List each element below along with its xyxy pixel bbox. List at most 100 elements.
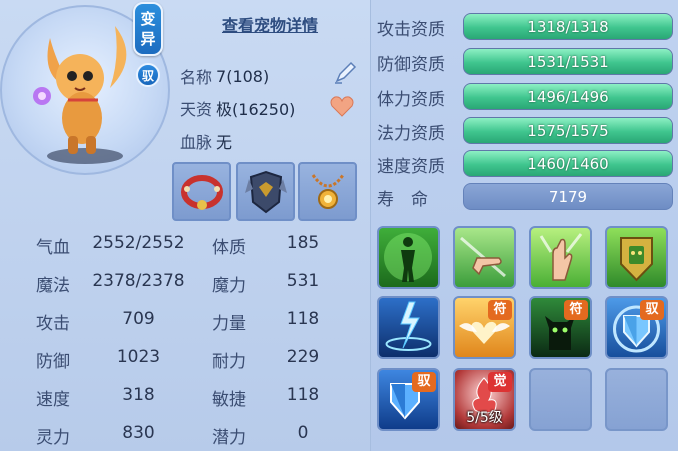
skill-slot-empty-1[interactable]: [529, 368, 592, 431]
stat-magic-power: 魔力 531: [212, 271, 352, 296]
skill-slot-7[interactable]: 符: [529, 296, 592, 359]
aptitude-label: 体力资质: [377, 90, 445, 110]
stat-value: 185: [286, 233, 320, 253]
collar-icon: [180, 174, 223, 210]
pet-name-label: 名称: [180, 68, 213, 87]
tame-badge: 驭: [136, 63, 160, 87]
stat-label: 灵力: [36, 428, 70, 448]
stat-constitution: 体质 185: [212, 233, 352, 258]
equip-slot-collar[interactable]: [172, 162, 231, 221]
stat-label: 攻击: [36, 314, 70, 334]
talent-label: 天资: [180, 100, 213, 119]
stat-value: 1023: [116, 347, 161, 367]
pet-name-row: 名称 7(108): [180, 64, 269, 88]
bloodline-row: 血脉 无: [180, 129, 232, 153]
aptitude-bar: 1531/1531: [463, 48, 673, 75]
stat-label: 耐力: [212, 352, 246, 372]
shield-face-skill-icon: [620, 237, 653, 282]
stat-strength: 力量 118: [212, 309, 352, 334]
stat-label: 力量: [212, 314, 246, 334]
stat-mp: 魔法 2378/2378: [36, 271, 196, 296]
stat-defense: 防御 1023: [36, 347, 196, 372]
bloodline-label: 血脉: [180, 133, 213, 152]
aptitude-label: 法力资质: [377, 124, 445, 144]
armor-icon: [244, 170, 287, 213]
aptitude-label: 攻击资质: [377, 20, 445, 40]
skill-slot-9[interactable]: 驭: [377, 368, 440, 431]
stat-value: 2552/2552: [92, 233, 185, 253]
edit-name-icon[interactable]: [332, 60, 358, 86]
stat-value: 2378/2378: [92, 271, 185, 291]
aptitude-bar: 1575/1575: [463, 117, 673, 144]
skill-level: 5/5级: [466, 410, 503, 426]
stat-value: 229: [286, 347, 320, 367]
stat-agility: 敏捷 118: [212, 385, 352, 410]
variant-badge-char-1: 变: [140, 10, 156, 28]
stat-label: 防御: [36, 352, 70, 372]
skill-slot-empty-2[interactable]: [605, 368, 668, 431]
aptitude-skill-panel: 攻击资质 1318/1318 防御资质 1531/1531 体力资质 1496/…: [370, 0, 678, 451]
stat-value: 0: [297, 423, 309, 443]
skill-slot-3[interactable]: [529, 226, 592, 289]
stat-label: 体质: [212, 238, 246, 258]
rune-tag: 符: [488, 300, 512, 320]
equip-slot-armor[interactable]: [236, 162, 295, 221]
skill-slot-2[interactable]: [453, 226, 516, 289]
lifespan-label: 寿 命: [377, 190, 428, 210]
aptitude-value: 1460/1460: [527, 155, 609, 173]
aptitude-row-stamina: 体力资质 1496/1496: [377, 83, 675, 111]
aptitude-row-attack: 攻击资质 1318/1318: [377, 13, 675, 41]
awaken-tag: 觉: [488, 372, 512, 392]
stat-label: 气血: [36, 238, 70, 258]
pet-detail-window: 变 异 驭 查看宠物详情 名称 7(108) 天资 极(16250) 血脉 无: [0, 0, 678, 451]
aptitude-value: 1318/1318: [527, 18, 609, 36]
stat-label: 速度: [36, 390, 70, 410]
aptitude-value: 1531/1531: [527, 53, 609, 71]
skill-slot-8[interactable]: 驭: [605, 296, 668, 359]
stat-value: 318: [122, 385, 155, 405]
skill-slot-4[interactable]: [605, 226, 668, 289]
pet-info-panel: 变 异 驭 查看宠物详情 名称 7(108) 天资 极(16250) 血脉 无: [0, 0, 370, 451]
stat-value: 118: [286, 385, 320, 405]
skill-slot-5[interactable]: [377, 296, 440, 359]
man-silhouette-skill-icon: [384, 233, 432, 282]
variant-badge: 变 异: [133, 2, 163, 56]
pet-portrait-icon[interactable]: [20, 18, 150, 168]
lifespan-row: 寿 命 7179: [377, 183, 675, 211]
pet-name-value: 7(108): [216, 66, 270, 86]
stat-speed: 速度 318: [36, 385, 196, 410]
talent-row: 天资 极(16250): [180, 96, 295, 120]
stat-value: 531: [286, 271, 320, 291]
aptitude-label: 防御资质: [377, 55, 445, 75]
stat-value: 709: [122, 309, 155, 329]
stat-spirit: 灵力 830: [36, 423, 196, 448]
aptitude-bar: 1318/1318: [463, 13, 673, 40]
aptitude-bar: 1496/1496: [463, 83, 673, 110]
stat-potential: 潜力 0: [212, 423, 352, 448]
tame-tag: 驭: [640, 300, 664, 320]
variant-badge-char-2: 异: [140, 30, 156, 48]
stat-label: 魔法: [36, 276, 70, 296]
equip-slot-amulet[interactable]: [298, 162, 357, 221]
stat-label: 魔力: [212, 276, 246, 296]
tame-tag: 驭: [412, 372, 436, 392]
heart-icon[interactable]: [330, 95, 354, 117]
stat-endurance: 耐力 229: [212, 347, 352, 372]
aptitude-row-defense: 防御资质 1531/1531: [377, 48, 675, 76]
skill-slot-10[interactable]: 觉 5/5级: [453, 368, 516, 431]
aptitude-value: 1496/1496: [527, 88, 609, 106]
skill-slot-1[interactable]: [377, 226, 440, 289]
rune-tag: 符: [564, 300, 588, 320]
stat-label: 敏捷: [212, 390, 246, 410]
palm-skill-icon: [539, 233, 583, 281]
bloodline-value: 无: [216, 133, 233, 152]
aptitude-value: 1575/1575: [527, 122, 609, 140]
aptitude-label: 速度资质: [377, 157, 445, 177]
lifespan-value: 7179: [548, 188, 588, 206]
view-pet-details-link[interactable]: 查看宠物详情: [222, 12, 318, 36]
lifespan-bar: 7179: [463, 183, 673, 210]
stat-hp: 气血 2552/2552: [36, 233, 196, 258]
stat-attack: 攻击 709: [36, 309, 196, 334]
skill-slot-6[interactable]: 符: [453, 296, 516, 359]
aptitude-row-mana: 法力资质 1575/1575: [377, 117, 675, 145]
